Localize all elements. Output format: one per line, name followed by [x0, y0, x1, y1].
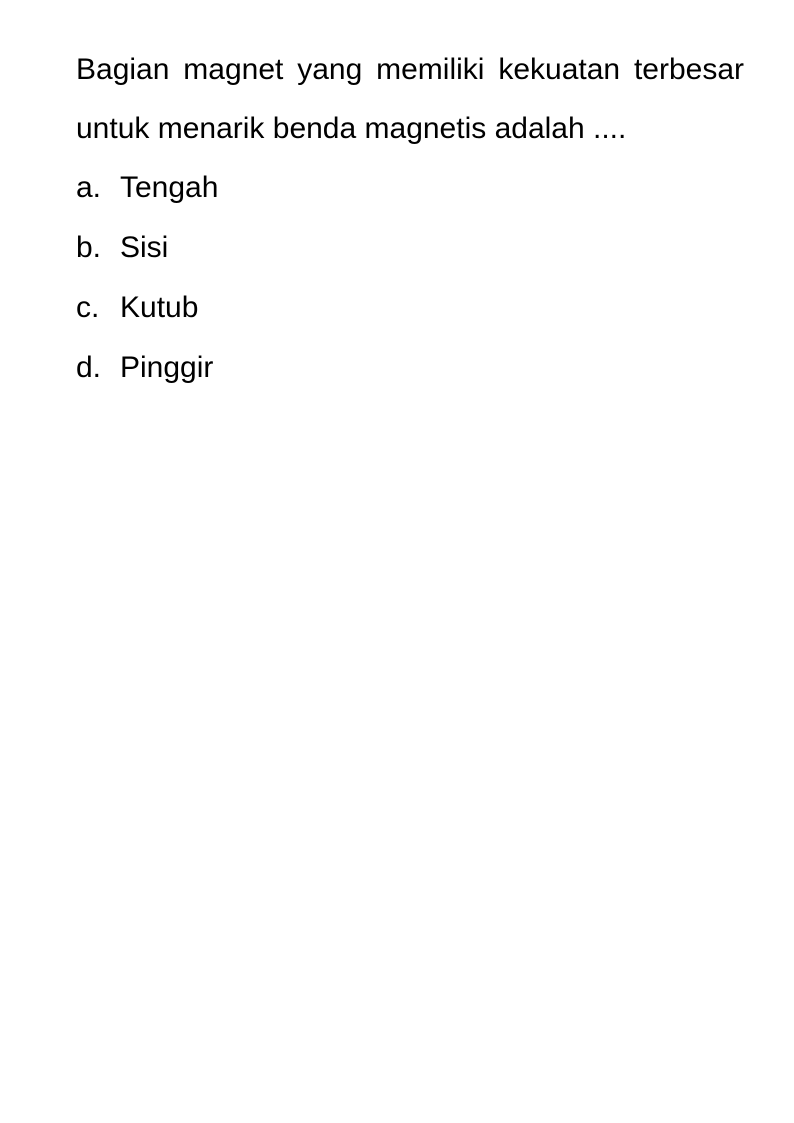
- option-d-letter: d.: [76, 351, 102, 384]
- option-d-text: Pinggir: [120, 351, 214, 384]
- option-a-text: Tengah: [120, 171, 219, 204]
- option-d: d. Pinggir: [76, 338, 744, 398]
- option-a: a. Tengah: [76, 158, 744, 218]
- option-b-letter: b.: [76, 231, 102, 264]
- question-text: Bagian magnet yang memiliki kekuatan ter…: [76, 53, 744, 145]
- option-b-text: Sisi: [120, 231, 169, 264]
- option-c-text: Kutub: [120, 291, 199, 324]
- option-a-letter: a.: [76, 171, 102, 204]
- option-c: c. Kutub: [76, 278, 744, 338]
- option-c-letter: c.: [76, 291, 100, 324]
- answer-options: a. Tengah b. Sisi c. Kutub d. Pinggir: [76, 158, 744, 398]
- option-b: b. Sisi: [76, 218, 744, 278]
- document-page: Bagian magnet yang memiliki kekuatan ter…: [76, 40, 744, 398]
